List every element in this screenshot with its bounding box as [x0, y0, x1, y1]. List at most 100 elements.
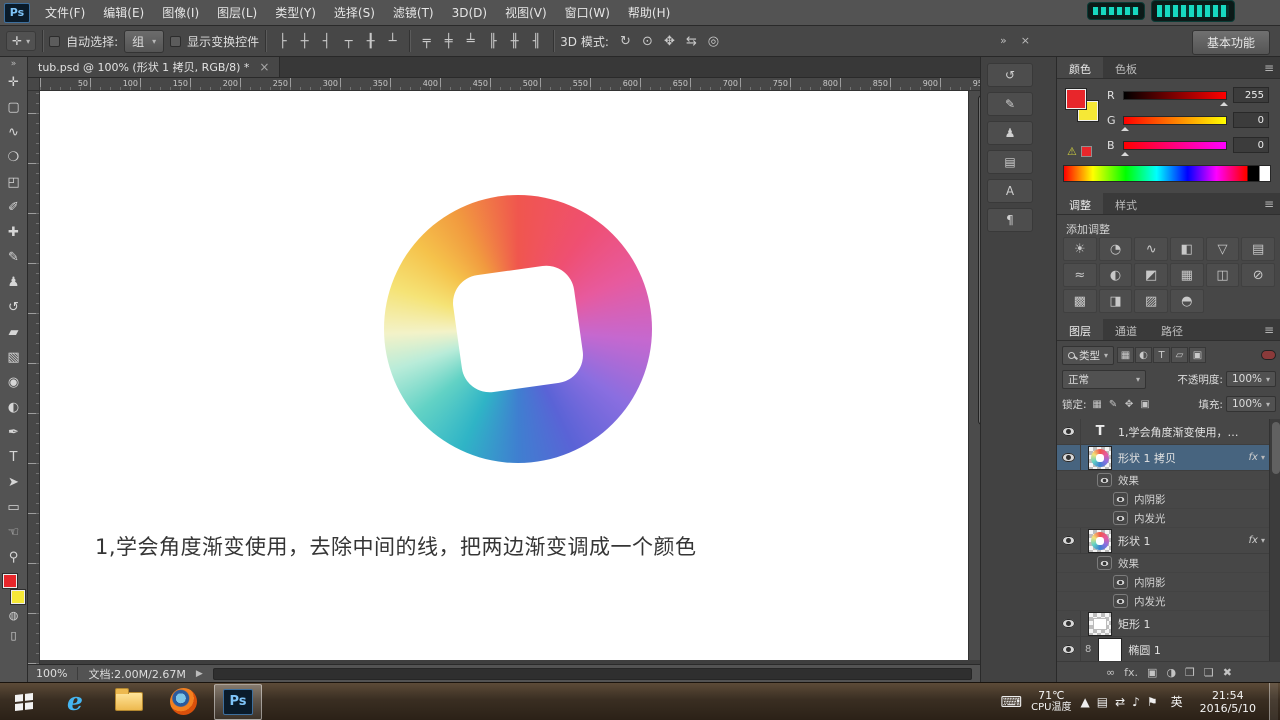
menu-item[interactable]: 窗口(W) — [556, 0, 619, 25]
align-right-icon[interactable]: ┤ — [316, 31, 337, 51]
distribute-bottom-icon[interactable]: ╧ — [460, 31, 481, 51]
threshold-icon[interactable]: ◨ — [1098, 289, 1133, 313]
gradient-tool[interactable]: ▧ — [1, 345, 27, 370]
canvas-vertical-scrollbar[interactable] — [968, 91, 986, 660]
distribute-top-icon[interactable]: ╤ — [416, 31, 437, 51]
rectangle-tool[interactable]: ▭ — [1, 495, 27, 520]
styles-panel-icon[interactable]: ▤ — [987, 150, 1033, 174]
language-indicator[interactable]: 英 — [1167, 691, 1187, 712]
red-value[interactable]: 255 — [1233, 87, 1269, 103]
align-top-icon[interactable]: ┬ — [338, 31, 359, 51]
color-balance-icon[interactable]: ≈ — [1063, 263, 1097, 287]
canvas-horizontal-scrollbar[interactable] — [212, 667, 972, 680]
visibility-toggle[interactable] — [1057, 637, 1081, 661]
move-tool[interactable]: ✛ — [1, 70, 27, 95]
layer-thumbnail[interactable] — [1088, 445, 1112, 470]
tab-styles[interactable]: 样式 — [1103, 193, 1149, 214]
foreground-color-swatch[interactable] — [1066, 89, 1086, 109]
keyboard-icon[interactable]: ⌨ — [1001, 693, 1023, 711]
selective-color-icon[interactable]: ◓ — [1170, 289, 1204, 313]
show-transform-checkbox[interactable] — [170, 35, 182, 47]
channel-mixer-icon[interactable]: ▦ — [1170, 263, 1204, 287]
scrollbar-thumb[interactable] — [1272, 422, 1280, 474]
gamut-warning[interactable]: ⚠ — [1067, 145, 1092, 158]
layer-row-text[interactable]: T 1,学会角度渐变使用，… — [1057, 419, 1269, 445]
dodge-tool[interactable]: ◐ — [1, 395, 27, 420]
clone-stamp-tool[interactable]: ♟ — [1, 270, 27, 295]
close-icon[interactable]: × — [259, 60, 269, 74]
effect-row-inner-glow[interactable]: 内发光 — [1057, 509, 1269, 528]
quick-selection-tool[interactable]: ❍ — [1, 145, 27, 170]
brush-tool[interactable]: ✎ — [1, 245, 27, 270]
link-layers-icon[interactable]: ∞ — [1106, 666, 1115, 679]
filtering-toggle[interactable] — [1261, 350, 1276, 360]
lasso-tool[interactable]: ∿ — [1, 120, 27, 145]
paragraph-panel-icon[interactable]: ¶ — [987, 208, 1033, 232]
align-center-h-icon[interactable]: ┼ — [294, 31, 315, 51]
gradient-map-icon[interactable]: ▨ — [1134, 289, 1168, 313]
show-desktop-button[interactable] — [1269, 682, 1278, 720]
effect-visibility-toggle[interactable] — [1113, 594, 1128, 608]
healing-brush-tool[interactable]: ✚ — [1, 220, 27, 245]
lock-position-icon[interactable]: ✥ — [1122, 397, 1137, 412]
eraser-tool[interactable]: ▰ — [1, 320, 27, 345]
menu-item[interactable]: 帮助(H) — [619, 0, 679, 25]
taskbar-photoshop-button[interactable]: Ps — [214, 683, 262, 720]
new-layer-icon[interactable]: ❏ — [1204, 666, 1214, 679]
history-panel-icon[interactable]: ↺ — [987, 63, 1033, 87]
status-menu-arrow-icon[interactable]: ▶ — [196, 669, 203, 679]
taskbar-ie-button[interactable]: e — [48, 683, 102, 720]
layer-thumbnail[interactable] — [1088, 611, 1112, 636]
blue-value[interactable]: 0 — [1233, 137, 1269, 153]
black-white-icon[interactable]: ◐ — [1098, 263, 1133, 287]
menu-item[interactable]: 图层(L) — [208, 0, 266, 25]
menu-item[interactable]: 文件(F) — [36, 0, 94, 25]
layer-row-shape1[interactable]: 形状 1 fx ▾ — [1057, 528, 1269, 554]
menu-item[interactable]: 类型(Y) — [266, 0, 325, 25]
invert-icon[interactable]: ⊘ — [1241, 263, 1275, 287]
new-group-icon[interactable]: ❒ — [1185, 666, 1195, 679]
menu-item[interactable]: 编辑(E) — [94, 0, 153, 25]
visibility-toggle[interactable] — [1057, 611, 1081, 636]
display-icon[interactable]: ▤ — [1097, 695, 1108, 709]
distribute-center-v-icon[interactable]: ╪ — [438, 31, 459, 51]
tab-adjustments[interactable]: 调整 — [1057, 193, 1103, 214]
red-slider[interactable] — [1123, 90, 1228, 106]
slider-thumb[interactable] — [1121, 123, 1129, 131]
network-icon[interactable]: ⚑ — [1147, 695, 1158, 709]
3d-pan-icon[interactable]: ✥ — [659, 31, 680, 51]
layer-thumbnail[interactable] — [1088, 528, 1112, 553]
blur-tool[interactable]: ◉ — [1, 370, 27, 395]
auto-select-checkbox[interactable] — [49, 35, 61, 47]
volume-icon[interactable]: ♪ — [1132, 695, 1140, 709]
effect-row-inner-glow[interactable]: 内发光 — [1057, 592, 1269, 611]
effect-visibility-toggle[interactable] — [1113, 575, 1128, 589]
vibrance-icon[interactable]: ▽ — [1205, 237, 1240, 261]
taskbar-explorer-button[interactable] — [102, 683, 156, 720]
effect-visibility-toggle[interactable] — [1113, 511, 1128, 525]
foreground-color-swatch[interactable] — [2, 574, 17, 588]
menu-item[interactable]: 图像(I) — [153, 0, 208, 25]
3d-zoom-icon[interactable]: ◎ — [703, 31, 724, 51]
fill-dropdown[interactable]: 100% ▾ — [1225, 396, 1276, 412]
layer-row-shape-copy[interactable]: 形状 1 拷贝 fx ▾ — [1057, 445, 1269, 471]
fx-collapse-icon[interactable]: ▾ — [1261, 453, 1265, 462]
type-tool[interactable]: T — [1, 445, 27, 470]
filter-adjustment-layers-icon[interactable]: ◐ — [1135, 347, 1153, 363]
color-spectrum-bar[interactable] — [1063, 165, 1271, 182]
effect-visibility-toggle[interactable] — [1097, 473, 1112, 487]
visibility-toggle[interactable] — [1057, 445, 1081, 470]
tool-preset-button[interactable]: ✛ ▾ — [6, 31, 37, 51]
visibility-toggle[interactable] — [1057, 528, 1081, 553]
opacity-dropdown[interactable]: 100% ▾ — [1225, 371, 1276, 387]
align-left-icon[interactable]: ├ — [272, 31, 293, 51]
visibility-toggle[interactable] — [1057, 419, 1081, 444]
character-panel-icon[interactable]: A — [987, 179, 1033, 203]
fx-badge[interactable]: fx — [1249, 535, 1258, 546]
effect-visibility-toggle[interactable] — [1113, 492, 1128, 506]
fx-badge[interactable]: fx — [1249, 452, 1258, 463]
fx-collapse-icon[interactable]: ▾ — [1261, 536, 1265, 545]
3d-orbit-icon[interactable]: ↻ — [615, 31, 636, 51]
panel-menu-icon[interactable]: ≡ — [1264, 323, 1274, 337]
clock[interactable]: 21:54 2016/5/10 — [1196, 689, 1260, 715]
